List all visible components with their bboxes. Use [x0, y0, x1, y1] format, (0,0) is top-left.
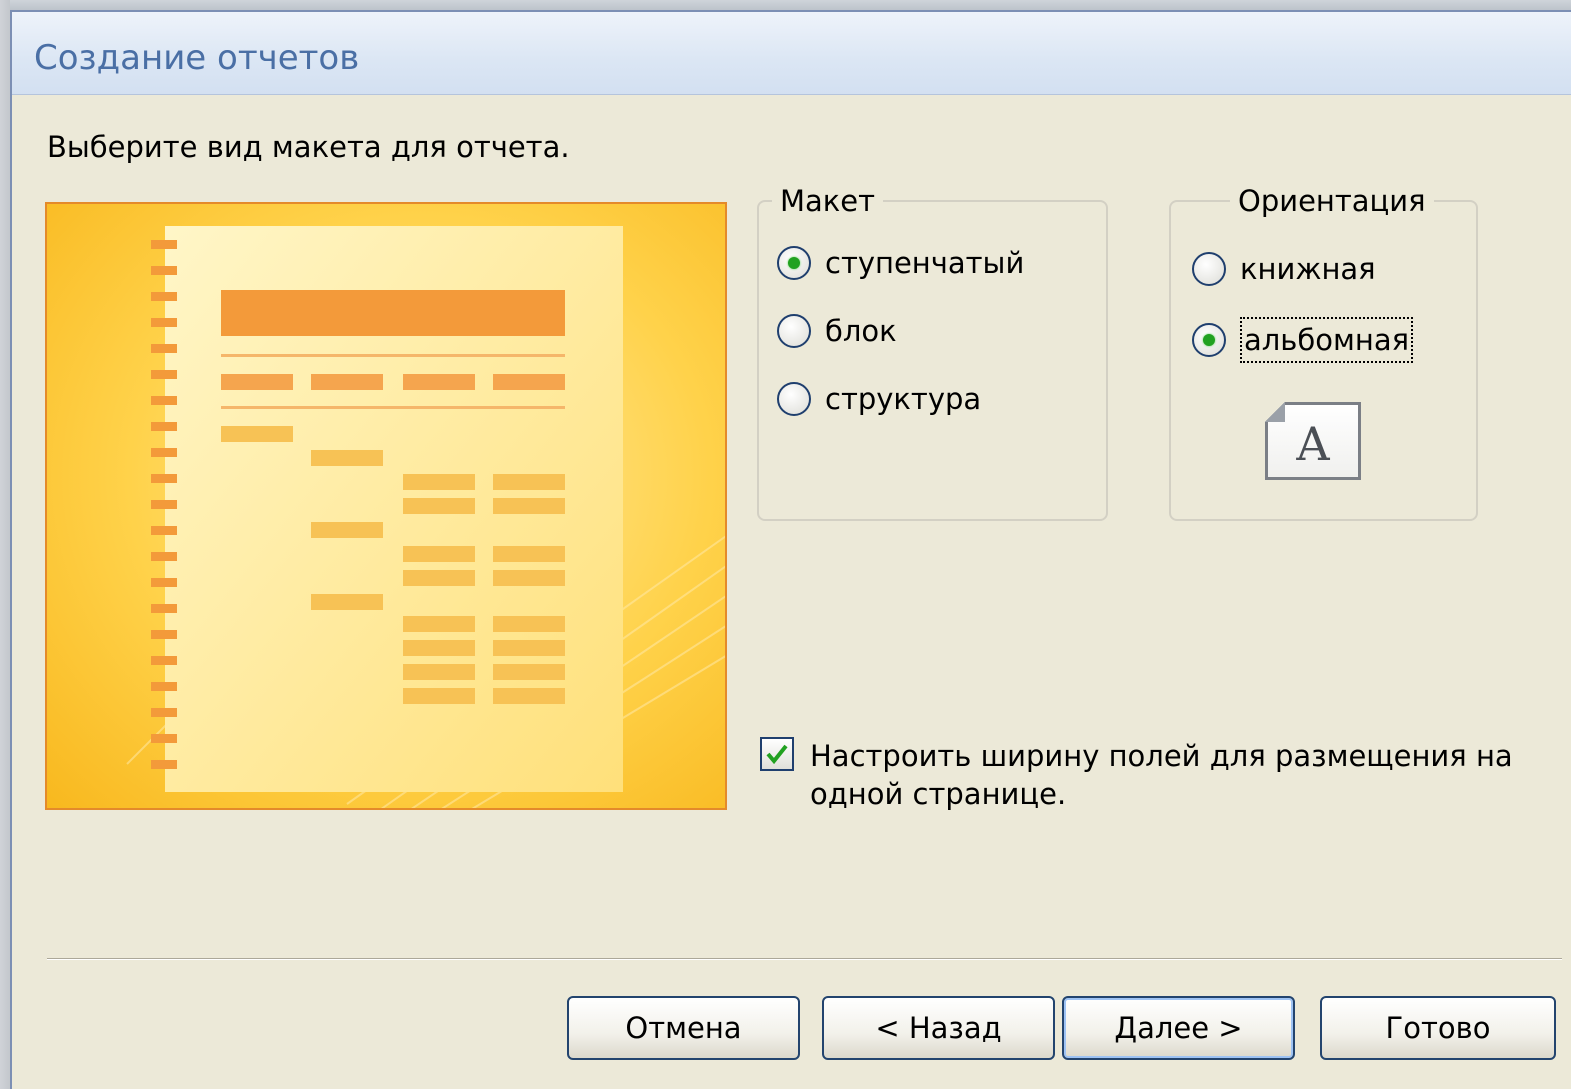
layout-option-stepped[interactable]: ступенчатый [777, 246, 1024, 280]
radio-button[interactable] [1192, 252, 1226, 286]
back-button[interactable]: < Назад [822, 996, 1055, 1060]
layout-option-outline[interactable]: структура [777, 382, 981, 416]
radio-button[interactable] [777, 382, 811, 416]
radio-label: блок [825, 314, 897, 348]
stepped-layout-illustration [126, 226, 725, 808]
dialog-header: Создание отчетов [12, 12, 1571, 95]
landscape-page-icon: A [1265, 402, 1361, 480]
fit-width-label[interactable]: Настроить ширину полей для размещения на… [810, 737, 1530, 813]
instruction-text: Выберите вид макета для отчета. [47, 130, 570, 164]
layout-group-legend: Макет [772, 184, 884, 218]
fit-width-checkbox[interactable] [760, 737, 794, 771]
radio-label: ступенчатый [825, 246, 1025, 280]
checkmark-icon [766, 744, 788, 765]
button-separator [47, 958, 1562, 960]
next-button[interactable]: Далее > [1062, 996, 1295, 1060]
layout-preview-image [45, 202, 727, 810]
radio-button[interactable] [777, 314, 811, 348]
report-wizard-dialog: Создание отчетов Выберите вид макета для… [10, 10, 1571, 1089]
dialog-title: Создание отчетов [34, 38, 360, 78]
background-window-edge [0, 0, 10, 1089]
radio-button-selected[interactable] [777, 246, 811, 280]
orientation-option-landscape[interactable]: альбомная [1192, 317, 1414, 363]
radio-label: книжная [1240, 252, 1376, 286]
layout-option-block[interactable]: блок [777, 314, 897, 348]
radio-label: структура [825, 382, 982, 416]
page-icon-letter: A [1296, 417, 1330, 471]
finish-button[interactable]: Готово [1320, 996, 1556, 1060]
cancel-button[interactable]: Отмена [567, 996, 800, 1060]
orientation-option-portrait[interactable]: книжная [1192, 252, 1376, 286]
orientation-group-legend: Ориентация [1230, 184, 1434, 218]
radio-button-selected[interactable] [1192, 323, 1226, 357]
radio-label-focused: альбомная [1240, 317, 1414, 363]
